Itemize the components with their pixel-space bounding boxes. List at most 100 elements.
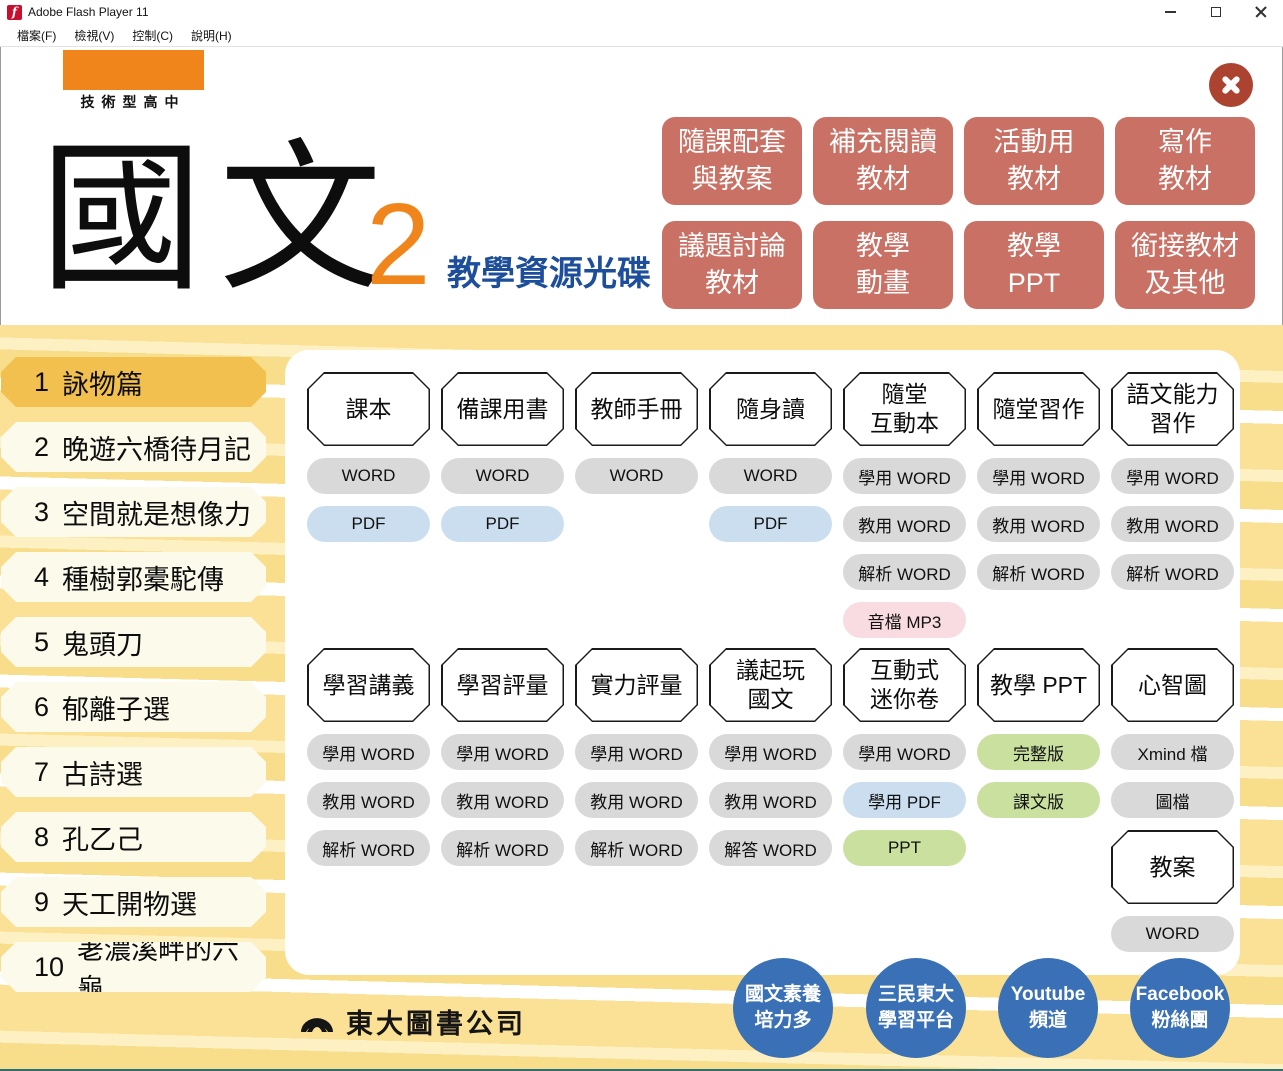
disc-subtitle: 教學資源光碟 [447, 246, 651, 295]
file-button-text-version[interactable]: 課文版 [977, 782, 1100, 818]
sidebar-item-lesson-7[interactable]: 7古詩選 [1, 747, 266, 797]
file-button-analysis-word[interactable]: 解析 WORD [1111, 554, 1234, 590]
resource-column-mind-map: 心智圖 Xmind 檔 圖檔 教案 WORD [1111, 648, 1234, 952]
file-button-word[interactable]: WORD [307, 458, 430, 494]
file-button-student-pdf[interactable]: 學用 PDF [843, 782, 966, 818]
file-button-word[interactable]: WORD [1111, 916, 1234, 952]
menu-view[interactable]: 檢視(V) [65, 27, 123, 44]
category-header-interactive-workbook: 隨堂 互動本 [843, 372, 966, 446]
sidebar-item-lesson-6[interactable]: 6郁離子選 [1, 682, 266, 732]
file-button-audio-mp3[interactable]: 音檔 MP3 [843, 602, 966, 638]
category-supplementary-reading-button[interactable]: 補充閱讀 教材 [813, 117, 953, 205]
file-button-full-version[interactable]: 完整版 [977, 734, 1100, 770]
resource-column-study-assessment: 學習評量 學用 WORD 教用 WORD 解析 WORD [441, 648, 564, 952]
link-circle-learning-platform[interactable]: 三民東大 學習平台 [866, 958, 966, 1058]
file-button-teacher-word[interactable]: 教用 WORD [843, 506, 966, 542]
publisher-mark: 東大圖書公司 [298, 1002, 526, 1041]
category-teaching-animation-button[interactable]: 教學 動畫 [813, 221, 953, 309]
category-header-proficiency-assessment: 實力評量 [575, 648, 698, 722]
resource-column-class-workbook: 隨堂習作 學用 WORD 教用 WORD 解析 WORD [977, 372, 1100, 638]
file-button-student-word[interactable]: 學用 WORD [843, 458, 966, 494]
resources-panel: 課本 WORD PDF 備課用書 WORD PDF 教師手冊 WORD 隨身讀 … [285, 350, 1240, 975]
file-button-image[interactable]: 圖檔 [1111, 782, 1234, 818]
sidebar-item-lesson-8[interactable]: 8孔乙己 [1, 812, 266, 862]
minimize-icon [1165, 11, 1176, 13]
file-button-student-word[interactable]: 學用 WORD [843, 734, 966, 770]
sidebar-item-lesson-10[interactable]: 10荖濃溪畔的六龜 [1, 942, 266, 992]
resource-column-fun-chinese: 議起玩 國文 學用 WORD 教用 WORD 解答 WORD [709, 648, 832, 952]
flash-player-window: f Adobe Flash Player 11 檔案(F) 檢視(V) 控制(C… [0, 0, 1283, 1071]
minimize-button[interactable] [1148, 0, 1193, 24]
file-button-student-word[interactable]: 學用 WORD [575, 734, 698, 770]
file-button-teacher-word[interactable]: 教用 WORD [1111, 506, 1234, 542]
sidebar-item-lesson-4[interactable]: 4種樹郭橐駝傳 [1, 552, 266, 602]
file-button-student-word[interactable]: 學用 WORD [307, 734, 430, 770]
resource-group-2: 學習講義 學用 WORD 教用 WORD 解析 WORD 學習評量 學用 WOR… [307, 648, 1234, 952]
close-window-button[interactable] [1238, 0, 1283, 24]
category-header-interactive-mini-quiz: 互動式 迷你卷 [843, 648, 966, 722]
category-header-study-assessment: 學習評量 [441, 648, 564, 722]
category-writing-materials-button[interactable]: 寫作 教材 [1115, 117, 1255, 205]
close-app-button[interactable] [1209, 63, 1253, 107]
file-button-student-word[interactable]: 學用 WORD [977, 458, 1100, 494]
sidebar-item-lesson-1[interactable]: 1詠物篇 [1, 357, 266, 407]
link-circle-facebook-fanpage[interactable]: Facebook 粉絲團 [1130, 958, 1230, 1058]
file-button-word[interactable]: WORD [441, 458, 564, 494]
menu-file[interactable]: 檔案(F) [8, 27, 65, 44]
file-button-pdf[interactable]: PDF [307, 506, 430, 542]
file-button-student-word[interactable]: 學用 WORD [1111, 458, 1234, 494]
file-button-student-word[interactable]: 學用 WORD [441, 734, 564, 770]
file-button-ppt[interactable]: PPT [843, 830, 966, 866]
file-button-teacher-word[interactable]: 教用 WORD [977, 506, 1100, 542]
file-button-xmind[interactable]: Xmind 檔 [1111, 734, 1234, 770]
file-button-student-word[interactable]: 學用 WORD [709, 734, 832, 770]
title-bar: f Adobe Flash Player 11 [0, 0, 1283, 24]
category-bridging-materials-button[interactable]: 銜接教材 及其他 [1115, 221, 1255, 309]
file-button-pdf[interactable]: PDF [709, 506, 832, 542]
file-button-analysis-word[interactable]: 解析 WORD [307, 830, 430, 866]
file-button-word[interactable]: WORD [575, 458, 698, 494]
file-button-answers-word[interactable]: 解答 WORD [709, 830, 832, 866]
publisher-logo-block [63, 50, 204, 90]
category-header-teaching-ppt: 教學 PPT [977, 648, 1100, 722]
link-circle-youtube-channel[interactable]: Youtube 頻道 [998, 958, 1098, 1058]
category-header-pocket-reader: 隨身讀 [709, 372, 832, 446]
category-activity-materials-button[interactable]: 活動用 教材 [964, 117, 1104, 205]
file-button-teacher-word[interactable]: 教用 WORD [441, 782, 564, 818]
resource-column-proficiency-assessment: 實力評量 學用 WORD 教用 WORD 解析 WORD [575, 648, 698, 952]
maximize-button[interactable] [1193, 0, 1238, 24]
file-button-word[interactable]: WORD [709, 458, 832, 494]
window-controls [1148, 0, 1283, 24]
sidebar-item-lesson-2[interactable]: 2晚遊六橋待月記 [1, 422, 266, 472]
category-course-package-button[interactable]: 隨課配套 與教案 [662, 117, 802, 205]
resource-column-language-skills-workbook: 語文能力 習作 學用 WORD 教用 WORD 解析 WORD [1111, 372, 1234, 638]
category-header-fun-chinese: 議起玩 國文 [709, 648, 832, 722]
category-header-textbook: 課本 [307, 372, 430, 446]
resource-column-textbook: 課本 WORD PDF [307, 372, 430, 638]
file-button-analysis-word[interactable]: 解析 WORD [441, 830, 564, 866]
file-button-analysis-word[interactable]: 解析 WORD [977, 554, 1100, 590]
sidebar-item-lesson-3[interactable]: 3空間就是想像力 [1, 487, 266, 537]
file-button-analysis-word[interactable]: 解析 WORD [843, 554, 966, 590]
category-header-study-handout: 學習講義 [307, 648, 430, 722]
publisher-name: 東大圖書公司 [346, 1002, 526, 1041]
maximize-icon [1211, 7, 1221, 17]
resource-column-interactive-mini-quiz: 互動式 迷你卷 學用 WORD 學用 PDF PPT [843, 648, 966, 952]
resource-column-lesson-prep-book: 備課用書 WORD PDF [441, 372, 564, 638]
school-type-caption: 技術型高中 [58, 92, 208, 112]
file-button-teacher-word[interactable]: 教用 WORD [307, 782, 430, 818]
category-header-lesson-prep-book: 備課用書 [441, 372, 564, 446]
file-button-analysis-word[interactable]: 解析 WORD [575, 830, 698, 866]
category-teaching-ppt-button[interactable]: 教學 PPT [964, 221, 1104, 309]
category-header-mind-map: 心智圖 [1111, 648, 1234, 722]
file-button-teacher-word[interactable]: 教用 WORD [575, 782, 698, 818]
menu-help[interactable]: 說明(H) [182, 27, 241, 44]
category-topic-discussion-button[interactable]: 議題討論 教材 [662, 221, 802, 309]
menu-control[interactable]: 控制(C) [123, 27, 182, 44]
sidebar-item-lesson-5[interactable]: 5鬼頭刀 [1, 617, 266, 667]
sidebar-item-lesson-9[interactable]: 9天工開物選 [1, 877, 266, 927]
file-button-pdf[interactable]: PDF [441, 506, 564, 542]
resource-column-interactive-workbook: 隨堂 互動本 學用 WORD 教用 WORD 解析 WORD 音檔 MP3 [843, 372, 966, 638]
file-button-teacher-word[interactable]: 教用 WORD [709, 782, 832, 818]
link-circle-literacy-platform[interactable]: 國文素養 培力多 [733, 958, 833, 1058]
